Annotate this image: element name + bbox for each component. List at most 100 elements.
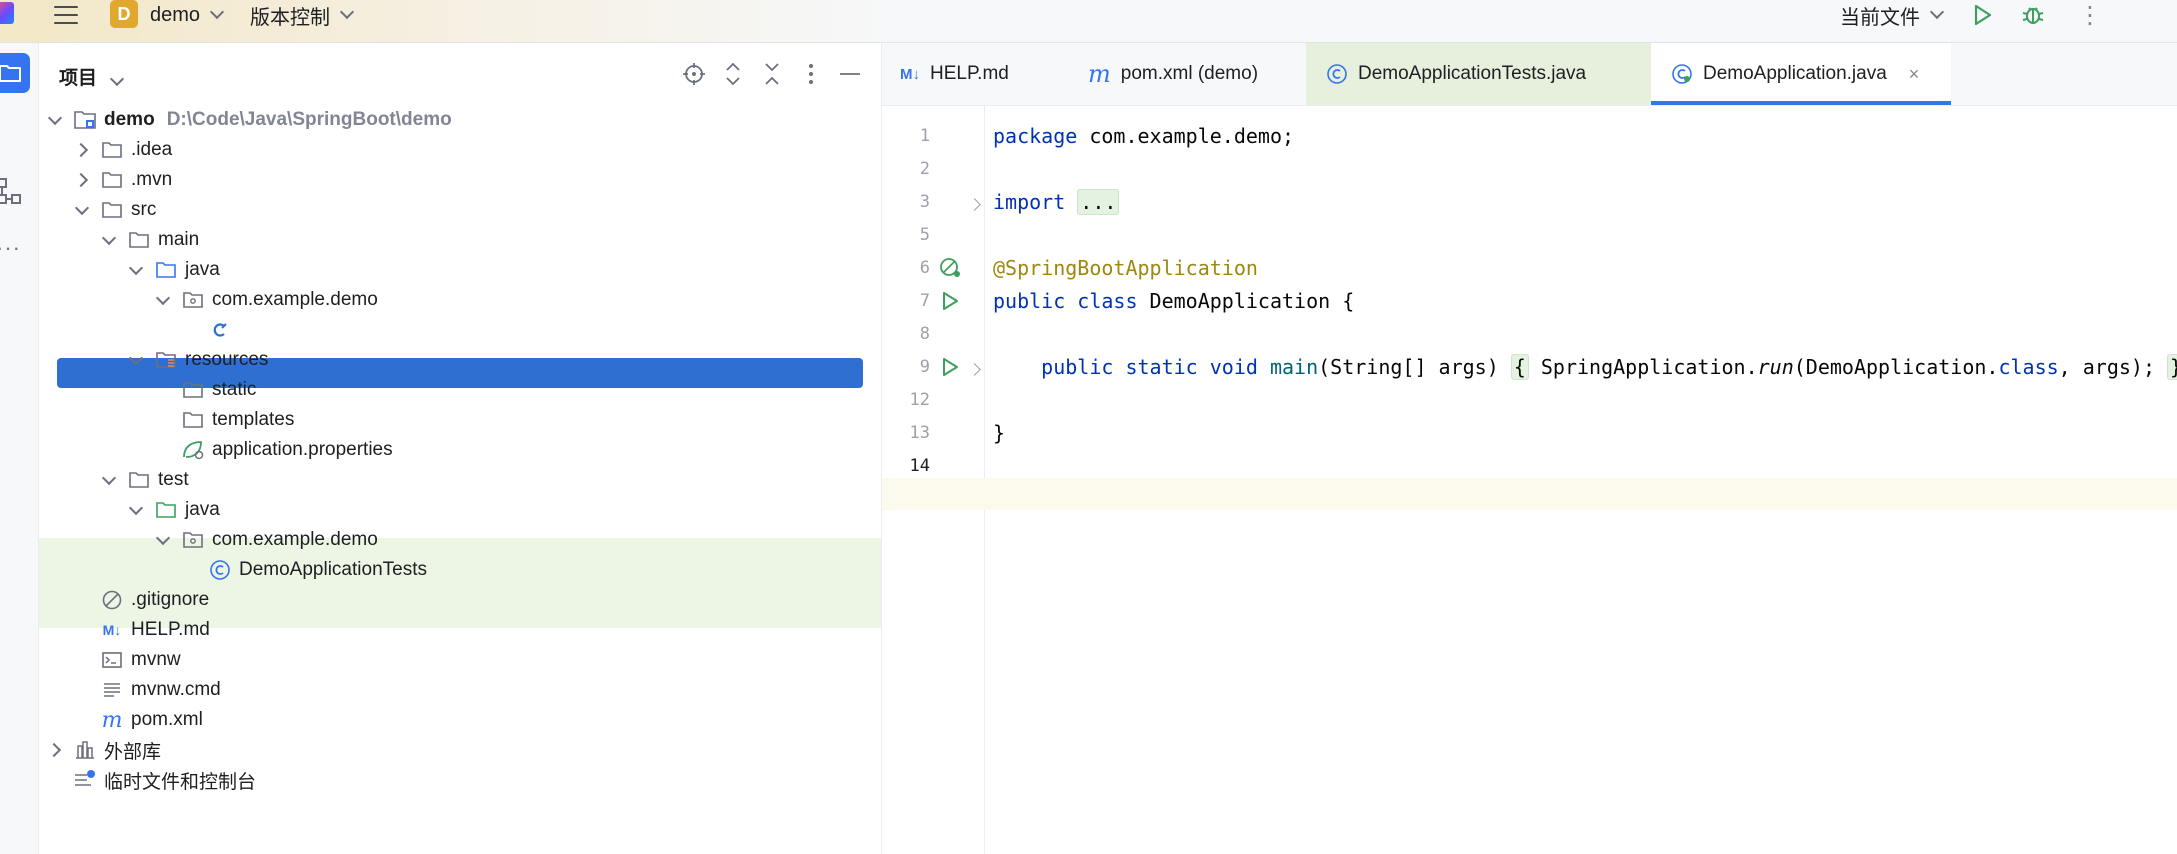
tab-label: DemoApplicationTests.java bbox=[1358, 63, 1587, 84]
run-button[interactable] bbox=[1972, 0, 1994, 30]
tree-item-label: HELP.md bbox=[131, 619, 210, 640]
tree-row-static[interactable]: static bbox=[39, 375, 881, 405]
folded-brace[interactable]: { bbox=[1510, 354, 1529, 380]
spring-bean-gutter-icon[interactable] bbox=[938, 256, 962, 280]
line-number: 9 bbox=[919, 357, 930, 377]
library-icon bbox=[73, 738, 97, 762]
tree-item-label: test bbox=[158, 469, 189, 490]
tree-row-demo[interactable]: demo D:\Code\Java\SpringBoot\demo bbox=[39, 105, 881, 135]
module-folder-icon bbox=[73, 108, 97, 132]
fold-expand-icon[interactable] bbox=[968, 198, 981, 211]
chevron-down-icon[interactable] bbox=[74, 200, 90, 218]
debug-button[interactable] bbox=[2020, 0, 2046, 30]
maven-icon: m bbox=[1088, 60, 1111, 88]
run-config-selector[interactable]: 当前文件 bbox=[1840, 0, 1945, 30]
tree-row-demo-application-tests[interactable]: DemoApplicationTests bbox=[39, 555, 881, 585]
tree-row-main[interactable]: main bbox=[39, 225, 881, 255]
project-tool-window: 项目 demo D:\Code\Java\SpringBoot\demo .id… bbox=[39, 43, 882, 854]
tree-row-help-md[interactable]: M↓ HELP.md bbox=[39, 615, 881, 645]
tree-row-mvnw-cmd[interactable]: mvnw.cmd bbox=[39, 675, 881, 705]
tab-label: pom.xml (demo) bbox=[1120, 63, 1259, 84]
tree-row-gitignore[interactable]: .gitignore bbox=[39, 585, 881, 615]
tree-row-external-libraries[interactable]: 外部库 bbox=[39, 735, 881, 765]
tree-row-main-java[interactable]: java bbox=[39, 255, 881, 285]
kebab-menu-icon bbox=[809, 64, 813, 84]
locate-file-button[interactable] bbox=[681, 61, 707, 87]
chevron-down-icon[interactable] bbox=[128, 350, 144, 368]
chevron-down-icon[interactable] bbox=[128, 260, 144, 278]
run-gutter-icon[interactable] bbox=[938, 289, 962, 313]
tree-item-label: java bbox=[185, 499, 220, 520]
folded-imports[interactable]: ... bbox=[1077, 189, 1120, 215]
vcs-menu[interactable]: 版本控制 bbox=[250, 0, 355, 30]
code-text: SpringApplication. bbox=[1528, 355, 1758, 379]
resources-folder-icon bbox=[154, 348, 178, 372]
more-tools-button[interactable]: ··· bbox=[0, 235, 21, 261]
project-badge[interactable]: D bbox=[110, 0, 138, 28]
more-actions-button[interactable]: ⋮ bbox=[2078, 0, 2102, 30]
tree-item-label: main bbox=[158, 229, 200, 250]
tree-row-pom-xml[interactable]: m pom.xml bbox=[39, 705, 881, 735]
expand-all-button[interactable] bbox=[720, 61, 746, 87]
tree-row-test-package[interactable]: com.example.demo bbox=[39, 525, 881, 555]
tree-row-demo-application[interactable]: DemoApplication bbox=[39, 315, 881, 345]
tree-row-main-package[interactable]: com.example.demo bbox=[39, 285, 881, 315]
chevron-down-icon[interactable] bbox=[47, 110, 63, 128]
tab-help-md[interactable]: M↓ HELP.md bbox=[882, 43, 1052, 105]
chevron-right-icon[interactable] bbox=[73, 172, 90, 188]
tree-row-scratches[interactable]: 临时文件和控制台 bbox=[39, 765, 881, 795]
tree-row-resources[interactable]: resources bbox=[39, 345, 881, 375]
class-icon bbox=[1326, 63, 1348, 85]
line-number: 5 bbox=[919, 225, 930, 245]
project-selector[interactable]: demo bbox=[150, 0, 225, 30]
tree-row-src[interactable]: src bbox=[39, 195, 881, 225]
tree-row-test-java[interactable]: java bbox=[39, 495, 881, 525]
line-number: 1 bbox=[919, 126, 930, 146]
hide-panel-button[interactable] bbox=[837, 61, 863, 87]
tree-row-application-properties[interactable]: application.properties bbox=[39, 435, 881, 465]
collapse-all-icon bbox=[765, 63, 779, 85]
fold-expand-icon[interactable] bbox=[968, 363, 981, 376]
menu-bar-line bbox=[54, 22, 78, 24]
tab-pom-xml[interactable]: m pom.xml (demo) bbox=[1052, 43, 1306, 105]
tree-row-idea[interactable]: .idea bbox=[39, 135, 881, 165]
project-panel-header: 项目 bbox=[39, 43, 881, 105]
panel-options-button[interactable] bbox=[798, 61, 824, 87]
structure-tool-button[interactable] bbox=[0, 177, 22, 205]
chevron-down-icon[interactable] bbox=[101, 230, 117, 248]
folded-brace[interactable]: } bbox=[2167, 354, 2177, 380]
chevron-down-icon[interactable] bbox=[155, 290, 171, 308]
chevron-down-icon[interactable] bbox=[128, 500, 144, 518]
tab-demo-application-tests[interactable]: DemoApplicationTests.java bbox=[1306, 43, 1651, 105]
code-text: DemoApplication { bbox=[1137, 289, 1355, 313]
expand-all-icon bbox=[726, 62, 740, 86]
chevron-down-icon[interactable] bbox=[155, 530, 171, 548]
vcs-label: 版本控制 bbox=[250, 6, 330, 29]
method-call: run bbox=[1757, 355, 1794, 379]
tree-row-mvn[interactable]: .mvn bbox=[39, 165, 881, 195]
project-view-selector[interactable]: 项目 bbox=[59, 63, 125, 90]
editor-area: M↓ HELP.md m pom.xml (demo) DemoApplicat… bbox=[882, 43, 2177, 854]
keyword: package bbox=[993, 124, 1078, 148]
panel-title: 项目 bbox=[59, 68, 98, 89]
chevron-down-icon[interactable] bbox=[101, 470, 117, 488]
chevron-right-icon[interactable] bbox=[46, 742, 63, 758]
tree-row-mvnw[interactable]: mvnw bbox=[39, 645, 881, 675]
run-gutter-icon[interactable] bbox=[938, 355, 962, 379]
tree-item-label: java bbox=[185, 259, 220, 280]
close-icon[interactable]: × bbox=[1909, 64, 1920, 85]
tab-demo-application[interactable]: DemoApplication.java × bbox=[1651, 43, 1951, 105]
module-path: D:\Code\Java\SpringBoot\demo bbox=[166, 109, 452, 130]
collapse-all-button[interactable] bbox=[759, 61, 785, 87]
chevron-right-icon[interactable] bbox=[73, 142, 90, 158]
tree-row-templates[interactable]: templates bbox=[39, 405, 881, 435]
main-menu-button[interactable] bbox=[52, 0, 80, 30]
project-tool-button[interactable] bbox=[0, 53, 30, 93]
run-icon bbox=[1974, 4, 1992, 26]
code-editor[interactable]: package com.example.demo; import ... @Sp… bbox=[882, 106, 2177, 854]
source-folder-icon bbox=[154, 258, 178, 282]
tree-item-label: resources bbox=[185, 349, 269, 370]
tree-row-test[interactable]: test bbox=[39, 465, 881, 495]
keyword: class bbox=[1998, 355, 2059, 379]
ignore-file-icon bbox=[100, 588, 124, 612]
